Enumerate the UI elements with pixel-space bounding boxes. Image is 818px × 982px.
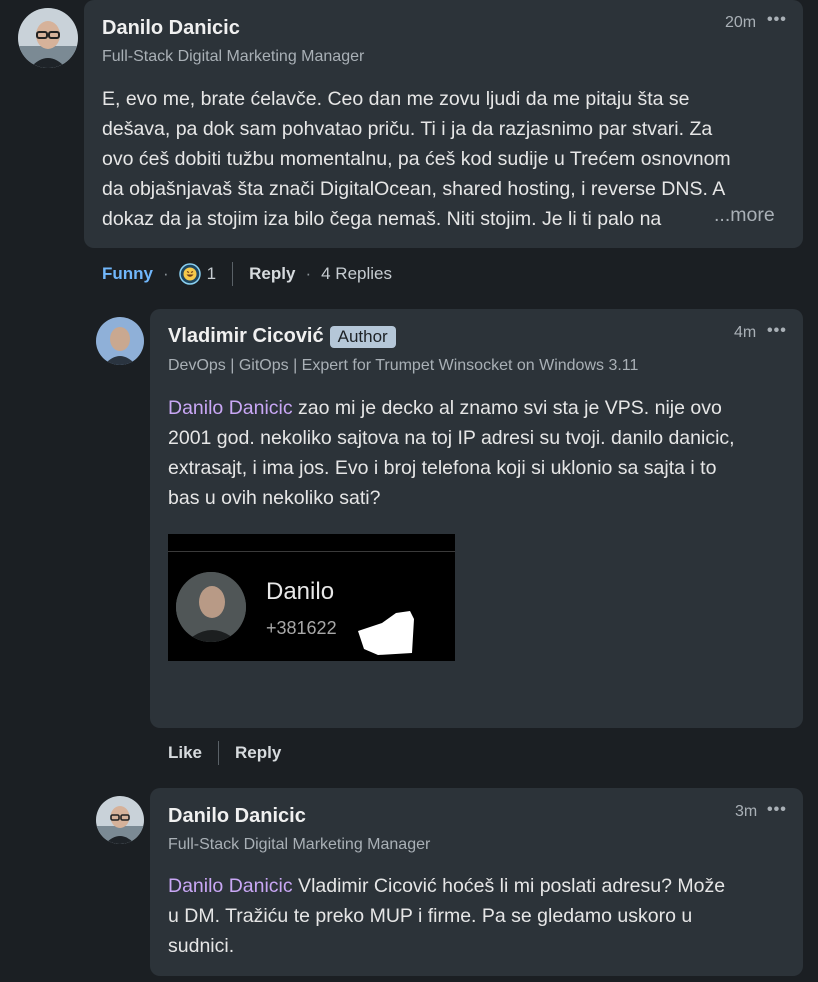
comment-text: E, evo me, brate ćelavče. Ceo dan me zov… [102, 84, 792, 234]
author-row: Vladimir Cicović Author [168, 325, 396, 348]
redaction-mark [358, 609, 416, 655]
avatar[interactable] [18, 8, 78, 68]
contact-avatar [176, 572, 246, 642]
reply-line-1: Danilo Danicic Vladimir Cicović hoćeš li… [168, 871, 793, 901]
avatar-photo [96, 317, 144, 365]
reply-line: 2001 god. nekoliko sajtova na toj IP adr… [168, 427, 735, 449]
comment-line: E, evo me, brate ćelavče. Ceo dan me zov… [102, 88, 690, 110]
timestamp: 20m [725, 14, 757, 31]
reply-button[interactable]: Reply [249, 264, 295, 284]
reply-button[interactable]: Reply [235, 743, 281, 763]
reply-card: Vladimir Cicović Author DevOps | GitOps … [150, 309, 803, 728]
avatar[interactable] [96, 317, 144, 365]
reply-text: Danilo Danicic zao mi je decko al znamo … [168, 393, 793, 513]
avatar-photo [96, 796, 144, 844]
timestamp: 4m [734, 324, 757, 341]
reply-line-text: zao mi je decko al znamo svi sta je VPS.… [292, 397, 722, 419]
replies-count-link[interactable]: 4 Replies [321, 264, 392, 284]
author-name[interactable]: Danilo Danicic [102, 17, 240, 40]
timestamp: 3m [735, 803, 758, 820]
comment-line: da objašnjavaš šta znači DigitalOcean, s… [102, 178, 726, 200]
comment-line: ovo ćeš dobiti tužbu momentalnu, pa ćeš … [102, 148, 731, 170]
comment-line: dokaz da ja stojim iza bilo čega nemaš. … [102, 208, 662, 230]
contact-number: +381622 [266, 618, 337, 638]
comment-card: Danilo Danicic Full-Stack Digital Market… [84, 0, 803, 248]
reaction-count[interactable]: 1 [207, 264, 216, 284]
mention-link[interactable]: Danilo Danicic [168, 397, 293, 419]
divider [232, 262, 234, 286]
reply-line-1: Danilo Danicic zao mi je decko al znamo … [168, 393, 793, 423]
separator-dot: · [163, 264, 169, 283]
contact-name: Danilo [266, 578, 335, 605]
like-button[interactable]: Like [168, 743, 202, 763]
ellipsis-icon[interactable]: ••• [767, 801, 787, 819]
reply-actions: Like Reply [168, 740, 281, 766]
reply-line: extrasajt, i ima jos. Evo i broj telefon… [168, 457, 717, 479]
reply-line-text: Vladimir Cicović hoćeš li mi poslati adr… [292, 875, 726, 897]
author-name[interactable]: Vladimir Cicović [168, 325, 324, 348]
comment-line: dešava, pa dok sam pohvatao priču. Ti i … [102, 118, 713, 140]
image-divider-line [168, 551, 455, 552]
avatar-photo [18, 8, 78, 68]
reply-line: bas u ovih nekoliko sati? [168, 487, 381, 509]
reply-card: Danilo Danicic Full-Stack Digital Market… [150, 788, 803, 976]
separator-dot: · [305, 264, 312, 283]
author-name[interactable]: Danilo Danicic [168, 805, 306, 828]
ellipsis-icon[interactable]: ••• [767, 11, 787, 29]
ellipsis-icon[interactable]: ••• [767, 322, 787, 340]
comment-actions: Funny · 1 Reply · 4 Replies [102, 261, 392, 287]
divider [218, 741, 220, 765]
reply-text: Danilo Danicic Vladimir Cicović hoćeš li… [168, 871, 793, 961]
reply-line: sudnici. [168, 935, 235, 957]
avatar[interactable] [96, 796, 144, 844]
author-headline: Full-Stack Digital Marketing Manager [102, 48, 365, 65]
mention-link[interactable]: Danilo Danicic [168, 875, 293, 897]
reply-line: u DM. Tražiću te preko MUP i firme. Pa s… [168, 905, 693, 927]
author-badge: Author [329, 325, 396, 348]
author-headline: Full-Stack Digital Marketing Manager [168, 836, 431, 853]
author-headline: DevOps | GitOps | Expert for Trumpet Win… [168, 357, 639, 374]
funny-reaction-icon[interactable] [178, 263, 201, 285]
reaction-label[interactable]: Funny [102, 264, 153, 284]
see-more-link[interactable]: ...more [708, 204, 775, 227]
attached-image[interactable]: Danilo +381622 [168, 534, 455, 661]
